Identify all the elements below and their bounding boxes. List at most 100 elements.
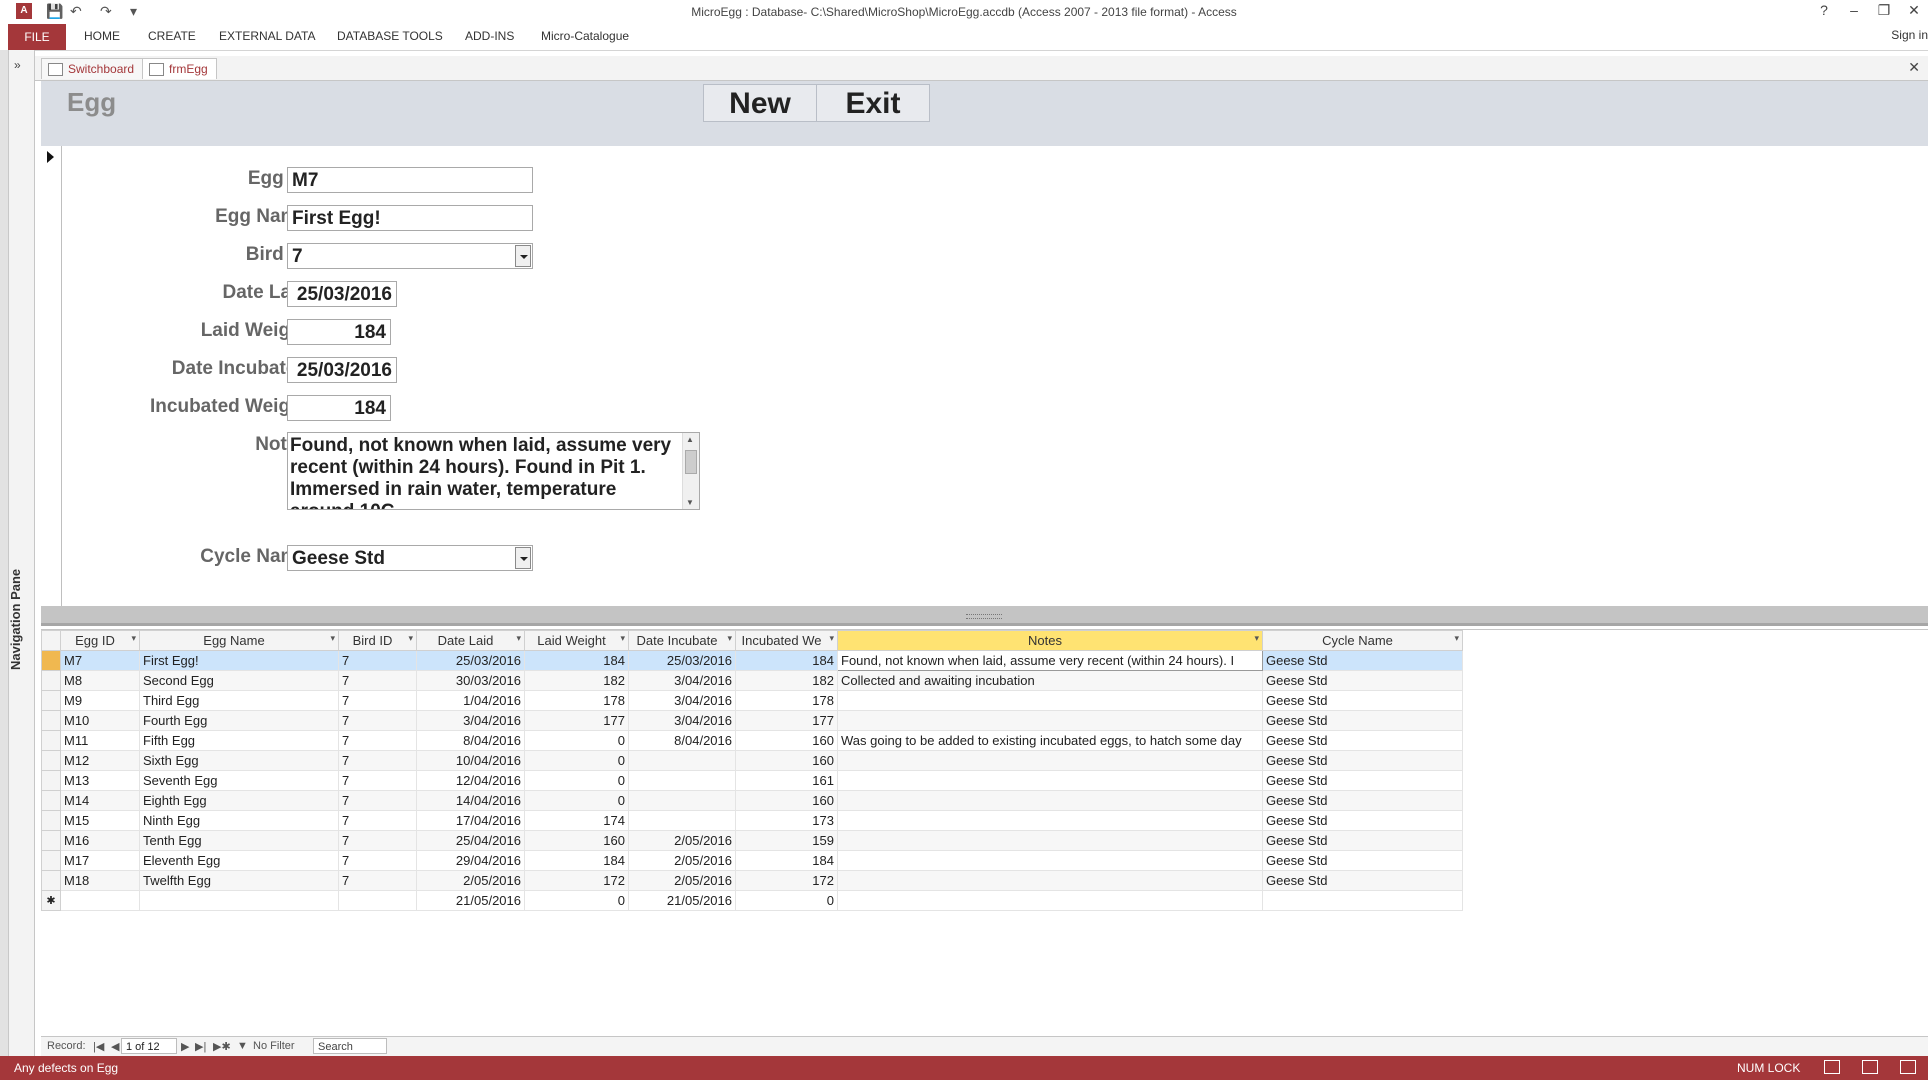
table-cell[interactable]: Eleventh Egg bbox=[139, 850, 339, 871]
table-cell[interactable]: M8 bbox=[60, 670, 140, 691]
table-cell[interactable] bbox=[628, 750, 736, 771]
egg-name-field[interactable]: First Egg! bbox=[287, 205, 533, 231]
table-cell[interactable]: 0 bbox=[524, 730, 629, 751]
table-cell[interactable]: 182 bbox=[524, 670, 629, 691]
table-cell[interactable]: 7 bbox=[338, 730, 417, 751]
first-record-icon[interactable]: |◀ bbox=[93, 1040, 104, 1053]
table-cell[interactable]: 25/03/2016 bbox=[628, 650, 736, 671]
table-cell[interactable]: 177 bbox=[524, 710, 629, 731]
table-cell[interactable]: M15 bbox=[60, 810, 140, 831]
table-cell[interactable]: 160 bbox=[735, 750, 838, 771]
tab-frmegg[interactable]: frmEgg bbox=[142, 58, 217, 79]
split-form-divider[interactable] bbox=[41, 606, 1928, 626]
table-cell[interactable] bbox=[139, 890, 339, 911]
egg-id-field[interactable]: M7 bbox=[287, 167, 533, 193]
row-selector[interactable] bbox=[41, 650, 61, 671]
splitter-grip-icon[interactable] bbox=[966, 614, 1002, 619]
table-cell[interactable] bbox=[837, 710, 1263, 731]
column-dropdown-icon[interactable]: ▾ bbox=[829, 633, 834, 644]
row-selector[interactable] bbox=[41, 730, 61, 751]
table-row[interactable]: M15 Ninth Egg 7 17/04/2016 174 173 Geese Std bbox=[41, 810, 1463, 831]
table-cell[interactable]: 7 bbox=[338, 850, 417, 871]
table-cell[interactable] bbox=[628, 790, 736, 811]
tab-micro-catalogue[interactable]: Micro-Catalogue bbox=[541, 29, 629, 43]
new-record-icon[interactable]: ▶✱ bbox=[213, 1040, 231, 1053]
table-cell[interactable]: 159 bbox=[735, 830, 838, 851]
incubated-weight-field[interactable]: 184 bbox=[287, 395, 391, 421]
column-dropdown-icon[interactable]: ▾ bbox=[1254, 633, 1259, 644]
table-cell[interactable] bbox=[837, 770, 1263, 791]
new-row-marker-icon[interactable]: ✱ bbox=[41, 890, 61, 911]
table-cell[interactable]: Geese Std bbox=[1262, 850, 1463, 871]
cycle-name-dropdown-icon[interactable] bbox=[515, 547, 531, 569]
table-cell[interactable]: Geese Std bbox=[1262, 790, 1463, 811]
table-cell[interactable]: Geese Std bbox=[1262, 670, 1463, 691]
column-dropdown-icon[interactable]: ▾ bbox=[408, 633, 413, 644]
table-cell[interactable]: 3/04/2016 bbox=[628, 710, 736, 731]
design-view-icon[interactable] bbox=[1900, 1060, 1916, 1074]
table-cell[interactable]: 25/03/2016 bbox=[416, 650, 525, 671]
table-cell[interactable]: 8/04/2016 bbox=[416, 730, 525, 751]
row-selector[interactable] bbox=[41, 710, 61, 731]
table-row[interactable]: M9 Third Egg 7 1/04/2016 178 3/04/2016 178 Gees… bbox=[41, 690, 1463, 711]
table-row[interactable]: M16 Tenth Egg 7 25/04/2016 160 2/05/2016 159 Ge… bbox=[41, 830, 1463, 851]
table-cell[interactable]: M12 bbox=[60, 750, 140, 771]
table-cell[interactable]: Third Egg bbox=[139, 690, 339, 711]
table-cell[interactable] bbox=[837, 850, 1263, 871]
tab-database-tools[interactable]: DATABASE TOOLS bbox=[337, 29, 443, 43]
table-cell[interactable]: 177 bbox=[735, 710, 838, 731]
column-header[interactable]: Date Laid ▾ bbox=[416, 630, 525, 651]
select-all-corner[interactable] bbox=[41, 630, 61, 651]
notes-scrollbar[interactable]: ▲ ▼ bbox=[682, 433, 699, 509]
table-cell[interactable]: 3/04/2016 bbox=[628, 690, 736, 711]
table-cell[interactable]: Twelfth Egg bbox=[139, 870, 339, 891]
table-cell[interactable]: M7 bbox=[60, 650, 140, 671]
table-cell[interactable]: 174 bbox=[524, 810, 629, 831]
column-header[interactable]: Bird ID ▾ bbox=[338, 630, 417, 651]
laid-weight-field[interactable]: 184 bbox=[287, 319, 391, 345]
table-cell[interactable]: 182 bbox=[735, 670, 838, 691]
bird-id-dropdown-icon[interactable] bbox=[515, 245, 531, 267]
table-cell[interactable]: M16 bbox=[60, 830, 140, 851]
table-cell[interactable]: 7 bbox=[338, 670, 417, 691]
table-cell[interactable]: 7 bbox=[338, 770, 417, 791]
column-dropdown-icon[interactable]: ▾ bbox=[330, 633, 335, 644]
tab-home[interactable]: HOME bbox=[84, 29, 120, 43]
table-cell[interactable]: 184 bbox=[735, 650, 838, 671]
column-dropdown-icon[interactable]: ▾ bbox=[1454, 633, 1459, 644]
close-window-button[interactable]: ✕ bbox=[1900, 2, 1928, 19]
table-row[interactable]: M12 Sixth Egg 7 10/04/2016 0 160 Geese Std bbox=[41, 750, 1463, 771]
table-cell[interactable] bbox=[837, 690, 1263, 711]
table-cell[interactable]: 0 bbox=[524, 790, 629, 811]
tab-external-data[interactable]: EXTERNAL DATA bbox=[219, 29, 315, 43]
column-header[interactable]: Cycle Name ▾ bbox=[1262, 630, 1463, 651]
table-cell[interactable]: 7 bbox=[338, 810, 417, 831]
table-cell[interactable]: 172 bbox=[735, 870, 838, 891]
sign-in-link[interactable]: Sign in bbox=[1891, 28, 1928, 42]
tab-file[interactable]: FILE bbox=[8, 24, 66, 50]
table-cell[interactable]: 7 bbox=[338, 830, 417, 851]
table-cell[interactable]: 0 bbox=[524, 770, 629, 791]
table-cell[interactable] bbox=[338, 890, 417, 911]
last-record-icon[interactable]: ▶| bbox=[195, 1040, 206, 1053]
table-cell[interactable]: M9 bbox=[60, 690, 140, 711]
table-cell[interactable]: 0 bbox=[524, 890, 629, 911]
nav-pane-toggle-icon[interactable]: » bbox=[14, 58, 21, 72]
column-dropdown-icon[interactable]: ▾ bbox=[727, 633, 732, 644]
search-input[interactable]: Search bbox=[313, 1038, 387, 1054]
table-cell[interactable]: Ninth Egg bbox=[139, 810, 339, 831]
table-cell[interactable] bbox=[837, 790, 1263, 811]
column-header[interactable]: Date Incubate ▾ bbox=[628, 630, 736, 651]
table-cell[interactable]: Seventh Egg bbox=[139, 770, 339, 791]
table-cell[interactable]: 172 bbox=[524, 870, 629, 891]
table-cell[interactable]: Collected and awaiting incubation bbox=[837, 670, 1263, 691]
table-cell[interactable]: 161 bbox=[735, 770, 838, 791]
table-cell[interactable]: 29/04/2016 bbox=[416, 850, 525, 871]
table-cell[interactable]: M17 bbox=[60, 850, 140, 871]
table-cell[interactable]: 184 bbox=[735, 850, 838, 871]
table-cell[interactable]: 10/04/2016 bbox=[416, 750, 525, 771]
table-cell[interactable]: Sixth Egg bbox=[139, 750, 339, 771]
table-cell[interactable]: Geese Std bbox=[1262, 870, 1463, 891]
table-cell[interactable]: 30/03/2016 bbox=[416, 670, 525, 691]
scroll-up-icon[interactable]: ▲ bbox=[686, 435, 694, 444]
